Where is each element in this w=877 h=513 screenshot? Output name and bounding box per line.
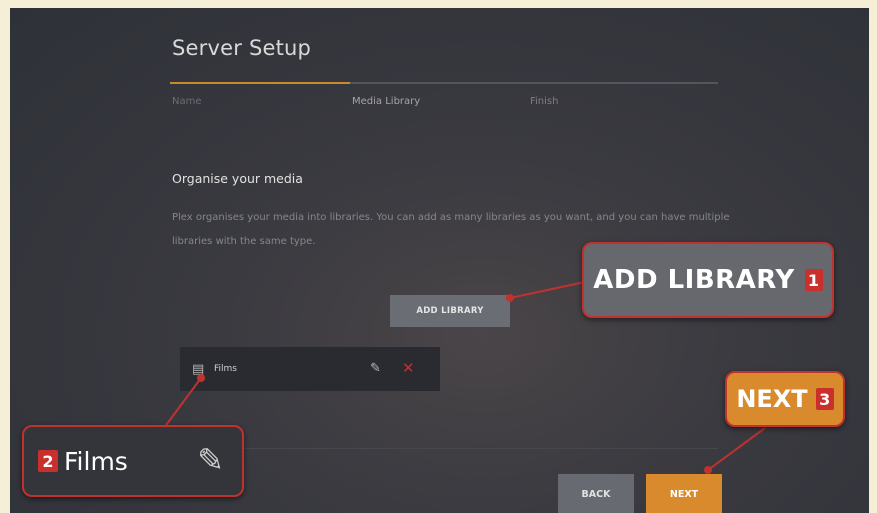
callout-add-library: ADD LIBRARY 1 xyxy=(582,242,834,318)
callout-number-3: 3 xyxy=(815,388,834,410)
divider xyxy=(170,448,718,449)
step-media-library: Media Library xyxy=(352,96,421,107)
back-button[interactable]: BACK xyxy=(558,474,634,513)
edit-pencil-icon[interactable]: ✎ xyxy=(370,361,381,376)
section-heading: Organise your media xyxy=(172,171,303,186)
callout-number-2: 2 xyxy=(38,450,58,472)
callout-add-library-label: ADD LIBRARY xyxy=(593,265,795,295)
library-name: Films xyxy=(214,364,237,374)
callout-films: 2 Films ✎ xyxy=(22,425,244,497)
delete-icon[interactable]: ✕ xyxy=(402,359,415,377)
step-finish: Finish xyxy=(530,96,559,107)
callout-next-label: NEXT xyxy=(736,385,808,413)
film-icon: ▤ xyxy=(192,361,205,377)
callout-films-label: Films xyxy=(64,446,128,476)
step-progress-fill xyxy=(170,82,350,84)
callout-number-1: 1 xyxy=(804,269,823,291)
step-name: Name xyxy=(172,96,202,107)
add-library-button[interactable]: ADD LIBRARY xyxy=(390,295,510,327)
next-button[interactable]: NEXT xyxy=(646,474,722,513)
callout-next: NEXT 3 xyxy=(725,371,845,427)
library-row: ▤ Films ✎ ✕ xyxy=(180,347,440,391)
page-title: Server Setup xyxy=(172,36,312,60)
pencil-icon: ✎ xyxy=(197,441,224,479)
